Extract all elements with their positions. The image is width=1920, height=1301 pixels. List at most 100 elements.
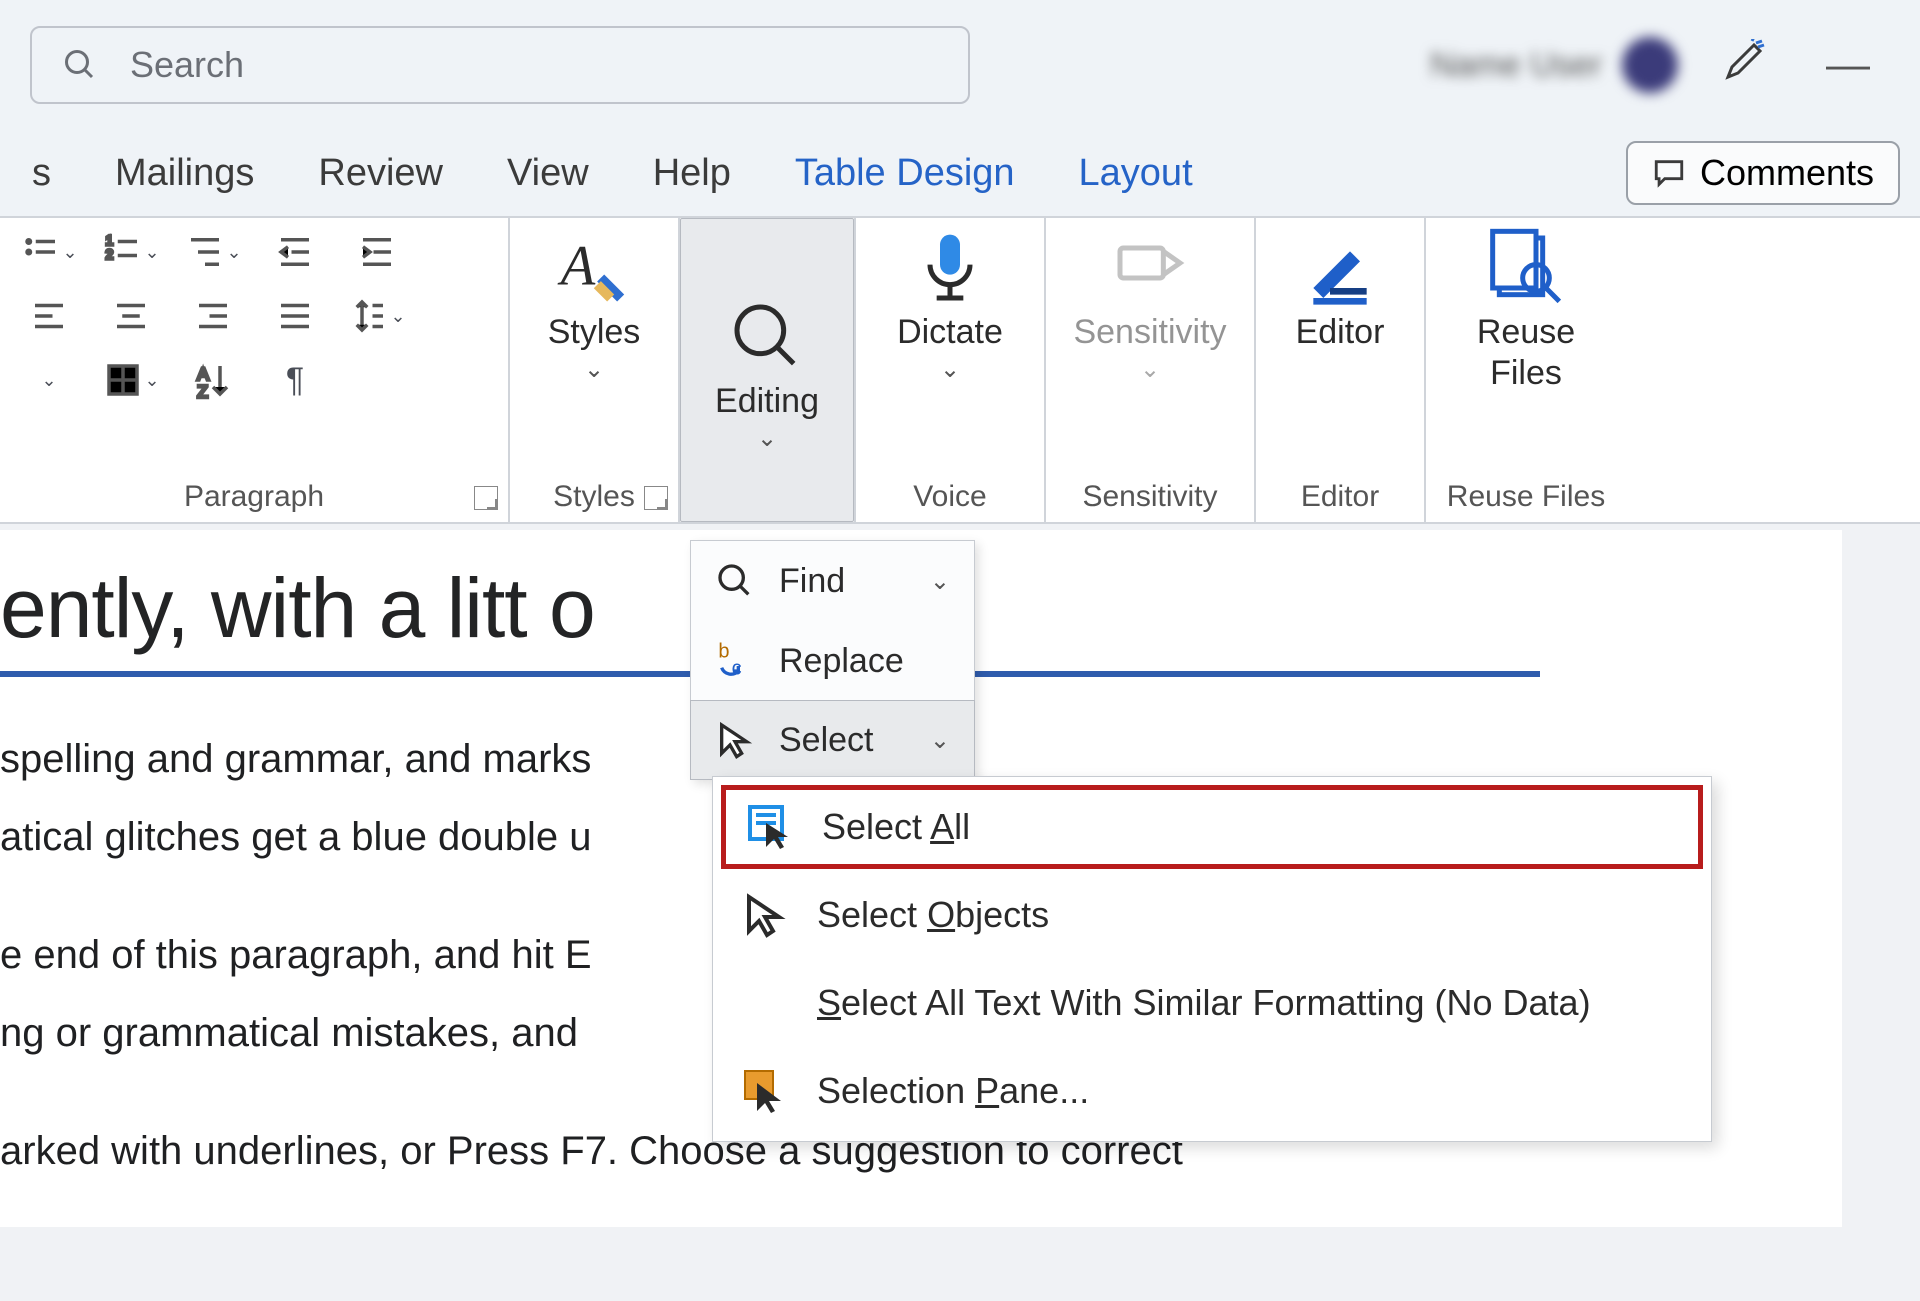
sensitivity-button[interactable]: Sensitivity ⌄ — [1065, 218, 1235, 384]
chevron-down-icon: ⌄ — [584, 355, 604, 384]
title-bar: Search Name User — — [0, 0, 1920, 130]
chevron-down-icon: ⌄ — [1140, 355, 1160, 384]
svg-text:A: A — [557, 236, 596, 298]
replace-icon: bc — [715, 641, 755, 681]
select-menu-item[interactable]: Select ⌄ — [690, 700, 975, 780]
chevron-down-icon: ⌄ — [757, 424, 777, 453]
styles-label: Styles — [548, 312, 641, 353]
show-marks-button[interactable]: ¶ — [265, 360, 325, 400]
minimize-button[interactable]: — — [1806, 40, 1890, 90]
group-styles-label: Styles — [553, 468, 635, 516]
select-similar-menu-item[interactable]: Select All Text With Similar Formatting … — [713, 959, 1711, 1047]
editor-label: Editor — [1296, 312, 1385, 353]
justify-button[interactable] — [265, 296, 325, 336]
user-name: Name User — [1430, 46, 1602, 85]
styles-icon: A — [554, 228, 634, 308]
group-reuse-files: Reuse Files Reuse Files — [1426, 218, 1626, 522]
sort-button[interactable]: AZ — [183, 360, 243, 400]
selection-pane-menu-item[interactable]: Selection Pane... — [713, 1047, 1711, 1135]
editing-label: Editing — [715, 381, 819, 422]
paragraph-dialog-launcher[interactable] — [474, 486, 498, 510]
group-sensitivity: Sensitivity ⌄ Sensitivity — [1046, 218, 1256, 522]
reuse-files-label: Reuse Files — [1477, 312, 1575, 394]
search-input[interactable]: Search — [30, 26, 970, 104]
reuse-files-button[interactable]: Reuse Files — [1441, 218, 1611, 394]
align-left-button[interactable] — [19, 296, 79, 336]
dictate-button[interactable]: Dictate ⌄ — [865, 218, 1035, 384]
comments-button[interactable]: Comments — [1626, 141, 1900, 205]
selection-pane-icon — [741, 1067, 789, 1115]
group-sensitivity-label: Sensitivity — [1082, 468, 1217, 516]
tab-layout[interactable]: Layout — [1047, 152, 1225, 195]
select-objects-label: Select Objects — [817, 894, 1049, 936]
user-account[interactable]: Name User — [1430, 37, 1678, 93]
select-all-label: Select All — [822, 806, 970, 848]
shading-button[interactable]: ⌄ — [19, 360, 79, 400]
find-menu-item[interactable]: Find ⌄ — [691, 541, 974, 621]
svg-text:Z: Z — [197, 382, 208, 402]
paragraph-buttons-row3: ⌄ ⌄ AZ ¶ — [19, 336, 489, 400]
dictate-label: Dictate — [897, 312, 1003, 353]
select-similar-label: Select All Text With Similar Formatting … — [817, 982, 1591, 1024]
sensitivity-label: Sensitivity — [1073, 312, 1226, 353]
styles-button[interactable]: A Styles ⌄ — [509, 218, 679, 384]
borders-button[interactable]: ⌄ — [101, 360, 161, 400]
select-submenu: Select All Select Objects Select All Tex… — [712, 776, 1712, 1142]
numbering-button[interactable]: 12⌄ — [101, 232, 161, 272]
search-icon — [727, 297, 807, 377]
ribbon-tabs: s Mailings Review View Help Table Design… — [0, 130, 1920, 216]
file-search-icon — [1486, 228, 1566, 308]
group-editor-label: Editor — [1301, 468, 1379, 516]
group-editing: Editing ⌄ — [680, 218, 856, 522]
bullets-button[interactable]: ⌄ — [19, 232, 79, 272]
comment-icon — [1652, 156, 1686, 190]
increase-indent-button[interactable] — [347, 232, 407, 272]
editing-dropdown: Find ⌄ bc Replace Select ⌄ — [690, 540, 975, 780]
chevron-down-icon: ⌄ — [940, 355, 960, 384]
editing-button[interactable]: Editing ⌄ — [680, 218, 854, 522]
avatar — [1622, 37, 1678, 93]
search-placeholder: Search — [130, 44, 244, 86]
tab-help[interactable]: Help — [621, 152, 763, 195]
group-editor: Editor Editor — [1256, 218, 1426, 522]
paragraph-buttons-row2: ⌄ — [19, 272, 489, 336]
select-all-menu-item[interactable]: Select All — [721, 785, 1703, 869]
group-paragraph: ⌄ 12⌄ ⌄ ⌄ ⌄ ⌄ AZ ¶ Paragraph — [0, 218, 510, 522]
microphone-icon — [910, 228, 990, 308]
svg-text:b: b — [718, 641, 729, 663]
select-objects-menu-item[interactable]: Select Objects — [713, 871, 1711, 959]
titlebar-right: Name User — — [1430, 37, 1890, 93]
selection-pane-label: Selection Pane... — [817, 1070, 1089, 1112]
select-all-icon — [746, 803, 794, 851]
multilevel-list-button[interactable]: ⌄ — [183, 232, 243, 272]
search-icon — [715, 561, 755, 601]
tab-prev-cut[interactable]: s — [0, 152, 83, 195]
cursor-icon — [741, 891, 789, 939]
cursor-icon — [715, 720, 755, 760]
group-styles: A Styles ⌄ Styles — [510, 218, 680, 522]
tab-review[interactable]: Review — [286, 152, 475, 195]
find-label: Find — [779, 562, 845, 601]
svg-text:2: 2 — [106, 246, 114, 262]
search-icon — [62, 47, 98, 83]
comments-label: Comments — [1700, 152, 1874, 194]
editor-button[interactable]: Editor — [1255, 218, 1425, 353]
tag-icon — [1110, 228, 1190, 308]
styles-dialog-launcher[interactable] — [644, 486, 668, 510]
group-reuse-label: Reuse Files — [1447, 468, 1605, 516]
align-right-button[interactable] — [183, 296, 243, 336]
tab-view[interactable]: View — [475, 152, 621, 195]
chevron-down-icon[interactable]: ⌄ — [930, 567, 950, 596]
tab-mailings[interactable]: Mailings — [83, 152, 286, 195]
replace-menu-item[interactable]: bc Replace — [691, 621, 974, 701]
tab-table-design[interactable]: Table Design — [763, 152, 1047, 195]
decrease-indent-button[interactable] — [265, 232, 325, 272]
replace-label: Replace — [779, 642, 904, 681]
pen-lines-icon — [1300, 228, 1380, 308]
coming-soon-icon[interactable] — [1718, 39, 1766, 92]
paragraph-buttons: ⌄ 12⌄ ⌄ — [19, 218, 489, 272]
line-spacing-button[interactable]: ⌄ — [347, 296, 407, 336]
ribbon: ⌄ 12⌄ ⌄ ⌄ ⌄ ⌄ AZ ¶ Paragraph A Styles ⌄ — [0, 216, 1920, 524]
group-paragraph-label: Paragraph — [184, 468, 324, 516]
align-center-button[interactable] — [101, 296, 161, 336]
